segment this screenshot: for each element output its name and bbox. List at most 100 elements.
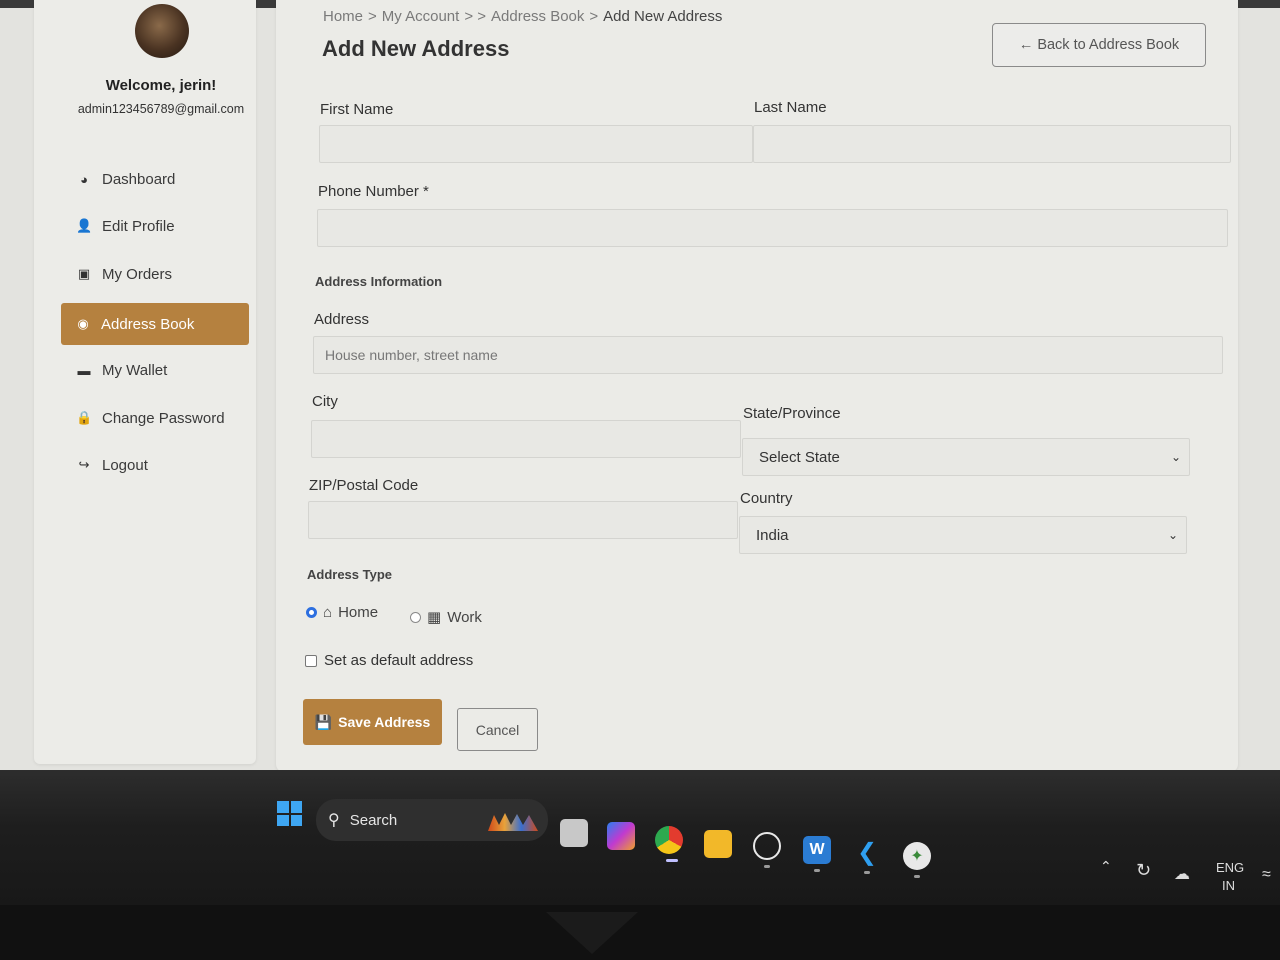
address-input[interactable]: House number, street name bbox=[313, 336, 1223, 374]
vscode-icon[interactable]: ❮ bbox=[853, 838, 881, 866]
breadcrumb-my-account[interactable]: My Account bbox=[382, 8, 460, 25]
sidebar-item-change-password[interactable]: 🔒 Change Password bbox=[62, 398, 250, 438]
tray-region[interactable]: IN bbox=[1222, 878, 1235, 893]
address-label: Address bbox=[314, 311, 370, 328]
avatar[interactable] bbox=[135, 4, 189, 58]
bezel-notch bbox=[546, 912, 638, 954]
copilot-icon[interactable] bbox=[607, 822, 635, 850]
home-radio[interactable] bbox=[306, 607, 317, 618]
add-address-panel: Home > My Account > > Address Book > Add… bbox=[276, 0, 1238, 772]
breadcrumb-home[interactable]: Home bbox=[323, 8, 363, 25]
sidebar-item-label: Dashboard bbox=[102, 170, 176, 188]
sidebar-item-label: Change Password bbox=[102, 409, 225, 427]
wallet-icon: ▬ bbox=[77, 362, 91, 378]
sync-icon[interactable]: ↻ bbox=[1136, 860, 1151, 881]
sidebar-item-label: My Orders bbox=[102, 265, 173, 283]
windows-start-icon[interactable] bbox=[277, 801, 302, 826]
taskbar-search[interactable]: ⚲ Search bbox=[316, 799, 548, 841]
mongodb-running-indicator bbox=[914, 875, 920, 878]
sidebar-item-my-wallet[interactable]: ▬ My Wallet bbox=[62, 350, 250, 390]
default-address-checkbox[interactable] bbox=[305, 655, 317, 667]
default-address-label[interactable]: Set as default address bbox=[324, 652, 473, 669]
sidebar-item-my-orders[interactable]: ▣ My Orders bbox=[62, 254, 250, 294]
address-type-home-option[interactable]: ⌂ Home bbox=[306, 604, 378, 621]
mongodb-compass-icon[interactable]: ✦ bbox=[903, 842, 931, 870]
breadcrumb-current: Add New Address bbox=[603, 8, 723, 25]
map-marker-icon: ◉ bbox=[77, 316, 89, 331]
welcome-text: Welcome, jerin! bbox=[105, 77, 217, 94]
state-selected-value: Select State bbox=[759, 448, 840, 466]
sign-out-icon: ↪ bbox=[78, 457, 90, 472]
country-select[interactable]: India ⌄ bbox=[739, 516, 1187, 554]
chrome-active-indicator bbox=[666, 859, 678, 862]
state-label: State/Province bbox=[743, 405, 841, 422]
breadcrumb-separator: > bbox=[368, 8, 377, 25]
word-icon[interactable]: W bbox=[803, 836, 831, 864]
chatgpt-icon[interactable] bbox=[753, 832, 781, 860]
search-icon: ⚲ bbox=[328, 812, 340, 829]
zip-input[interactable] bbox=[308, 501, 738, 539]
first-name-label: First Name bbox=[320, 101, 394, 118]
sidebar-item-address-book[interactable]: ◉ Address Book bbox=[61, 303, 249, 345]
task-view-icon[interactable] bbox=[560, 819, 588, 847]
save-address-button[interactable]: 💾 Save Address bbox=[303, 699, 442, 745]
laptop-bezel bbox=[0, 905, 1280, 960]
sidebar-item-label: Edit Profile bbox=[102, 217, 175, 235]
country-selected-value: India bbox=[756, 526, 789, 544]
home-option-label: Home bbox=[338, 604, 379, 621]
phone-input[interactable] bbox=[317, 209, 1228, 247]
back-button-label: Back to Address Book bbox=[1037, 37, 1180, 53]
work-option-label: Work bbox=[447, 608, 482, 626]
user-edit-icon: 👤 bbox=[76, 218, 93, 233]
state-select[interactable]: Select State ⌄ bbox=[742, 438, 1190, 476]
cancel-button[interactable]: Cancel bbox=[457, 708, 538, 751]
country-label: Country bbox=[740, 490, 793, 507]
save-button-label: Save Address bbox=[338, 714, 431, 730]
page-title: Add New Address bbox=[322, 36, 510, 61]
palette-icon: ◕ bbox=[80, 171, 88, 187]
first-name-input[interactable] bbox=[319, 125, 753, 163]
address-type-work-option[interactable]: ▦ Work bbox=[410, 608, 482, 626]
breadcrumb-address-book[interactable]: Address Book bbox=[491, 8, 584, 25]
sidebar-item-dashboard[interactable]: ◕ Dashboard bbox=[62, 159, 250, 199]
cloud-off-icon[interactable]: ☁ bbox=[1174, 864, 1190, 884]
save-icon: 💾 bbox=[314, 713, 333, 730]
wifi-icon[interactable]: ≈ bbox=[1262, 866, 1271, 884]
last-name-label: Last Name bbox=[754, 99, 827, 116]
sidebar-item-label: Address Book bbox=[101, 315, 195, 333]
shopping-bag-icon: ▣ bbox=[77, 266, 91, 281]
user-email: admin123456789@gmail.com bbox=[77, 102, 245, 116]
back-to-address-book-button[interactable]: ← Back to Address Book bbox=[992, 23, 1206, 67]
phone-label: Phone Number * bbox=[318, 183, 429, 200]
zip-label: ZIP/Postal Code bbox=[309, 477, 419, 494]
sidebar-item-edit-profile[interactable]: 👤 Edit Profile bbox=[62, 206, 250, 246]
chevron-up-icon[interactable]: ⌃ bbox=[1100, 858, 1112, 875]
address-type-label: Address Type bbox=[307, 567, 393, 582]
file-explorer-icon[interactable] bbox=[704, 830, 732, 858]
breadcrumb: Home > My Account > > Address Book > Add… bbox=[323, 8, 722, 25]
breadcrumb-separator: > > bbox=[464, 8, 487, 25]
tray-language[interactable]: ENG bbox=[1216, 860, 1244, 875]
city-input[interactable] bbox=[311, 420, 741, 458]
search-highlight-icon bbox=[488, 813, 538, 831]
breadcrumb-separator: > bbox=[589, 8, 599, 25]
chevron-down-icon: ⌄ bbox=[1170, 450, 1181, 464]
sidebar-item-label: Logout bbox=[102, 456, 148, 474]
account-sidebar: Welcome, jerin! admin123456789@gmail.com… bbox=[34, 0, 256, 764]
work-radio[interactable] bbox=[410, 611, 421, 623]
arrow-left-icon: ← bbox=[1018, 37, 1034, 53]
taskbar-search-label: Search bbox=[349, 811, 398, 829]
chevron-down-icon: ⌄ bbox=[1167, 528, 1178, 542]
last-name-input[interactable] bbox=[753, 125, 1231, 163]
city-label: City bbox=[312, 393, 338, 410]
chatgpt-running-indicator bbox=[764, 865, 770, 868]
chrome-icon[interactable] bbox=[655, 826, 683, 854]
vscode-running-indicator bbox=[864, 871, 870, 874]
word-running-indicator bbox=[814, 869, 820, 872]
home-icon: ⌂ bbox=[323, 604, 333, 621]
sidebar-item-label: My Wallet bbox=[102, 361, 168, 379]
lock-icon: 🔒 bbox=[76, 410, 93, 425]
building-icon: ▦ bbox=[427, 609, 442, 626]
address-section-heading: Address Information bbox=[315, 274, 443, 289]
sidebar-item-logout[interactable]: ↪ Logout bbox=[62, 445, 250, 485]
